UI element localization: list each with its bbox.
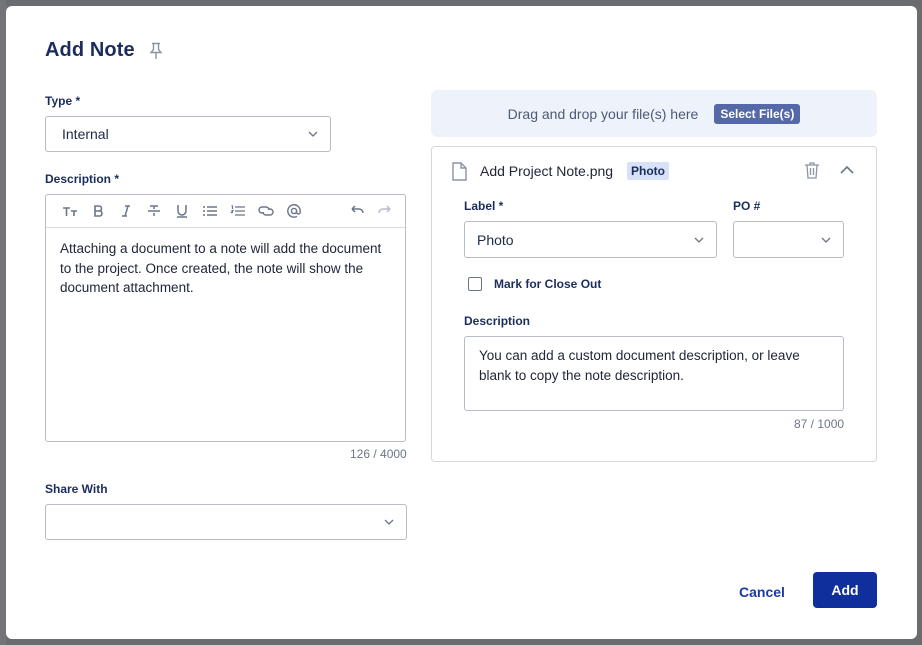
editor-toolbar bbox=[46, 195, 405, 228]
file-card: Add Project Note.png Photo Label * Photo… bbox=[431, 146, 877, 462]
numbered-list-icon[interactable] bbox=[224, 201, 252, 221]
file-label-value: Photo bbox=[477, 231, 514, 248]
chevron-down-icon bbox=[308, 131, 318, 137]
dropzone-text: Drag and drop your file(s) here bbox=[507, 105, 699, 122]
description-label: Description * bbox=[45, 172, 120, 186]
dialog-header: Add Note bbox=[45, 39, 163, 62]
share-with-select[interactable] bbox=[45, 504, 407, 540]
share-with-label: Share With bbox=[45, 482, 108, 496]
link-icon[interactable] bbox=[252, 201, 280, 221]
file-description-label: Description bbox=[464, 314, 531, 328]
file-description-input[interactable]: You can add a custom document descriptio… bbox=[464, 336, 844, 411]
file-name: Add Project Note.png bbox=[480, 163, 614, 179]
type-label: Type * bbox=[45, 94, 81, 108]
close-out-label[interactable]: Mark for Close Out bbox=[494, 277, 601, 291]
type-value: Internal bbox=[62, 126, 109, 142]
cancel-button[interactable]: Cancel bbox=[727, 580, 797, 604]
close-out-checkbox[interactable] bbox=[468, 277, 482, 291]
description-counter: 126 / 4000 bbox=[350, 447, 407, 461]
file-type-badge: Photo bbox=[627, 162, 669, 180]
po-number-label: PO # bbox=[733, 199, 761, 213]
add-button[interactable]: Add bbox=[813, 572, 877, 608]
add-note-dialog: Add Note Type * Internal Description * A… bbox=[6, 6, 917, 639]
chevron-down-icon bbox=[821, 237, 831, 243]
file-label-label: Label * bbox=[464, 199, 504, 213]
select-files-button[interactable]: Select File(s) bbox=[714, 103, 801, 124]
file-description-counter: 87 / 1000 bbox=[794, 417, 845, 431]
bold-icon[interactable] bbox=[84, 201, 112, 221]
file-label-select[interactable]: Photo bbox=[464, 221, 717, 258]
mention-icon[interactable] bbox=[280, 201, 308, 221]
italic-icon[interactable] bbox=[112, 201, 140, 221]
strikethrough-icon[interactable] bbox=[140, 201, 168, 221]
po-number-select[interactable] bbox=[733, 221, 844, 258]
pin-icon[interactable] bbox=[149, 42, 163, 60]
bullet-list-icon[interactable] bbox=[196, 201, 224, 221]
undo-icon[interactable] bbox=[343, 201, 371, 221]
dialog-title: Add Note bbox=[45, 39, 135, 61]
file-dropzone[interactable]: Drag and drop your file(s) here Select F… bbox=[431, 90, 877, 137]
rich-text-editor[interactable]: Attaching a document to a note will add … bbox=[45, 194, 406, 442]
description-text[interactable]: Attaching a document to a note will add … bbox=[46, 228, 405, 309]
chevron-down-icon bbox=[694, 237, 704, 243]
type-select[interactable]: Internal bbox=[45, 116, 331, 152]
trash-icon[interactable] bbox=[804, 161, 820, 179]
chevron-up-icon[interactable] bbox=[840, 165, 854, 175]
redo-icon[interactable] bbox=[371, 201, 399, 221]
chevron-down-icon bbox=[384, 519, 394, 525]
underline-icon[interactable] bbox=[168, 201, 196, 221]
text-size-icon[interactable] bbox=[56, 201, 84, 221]
file-icon bbox=[452, 162, 467, 181]
